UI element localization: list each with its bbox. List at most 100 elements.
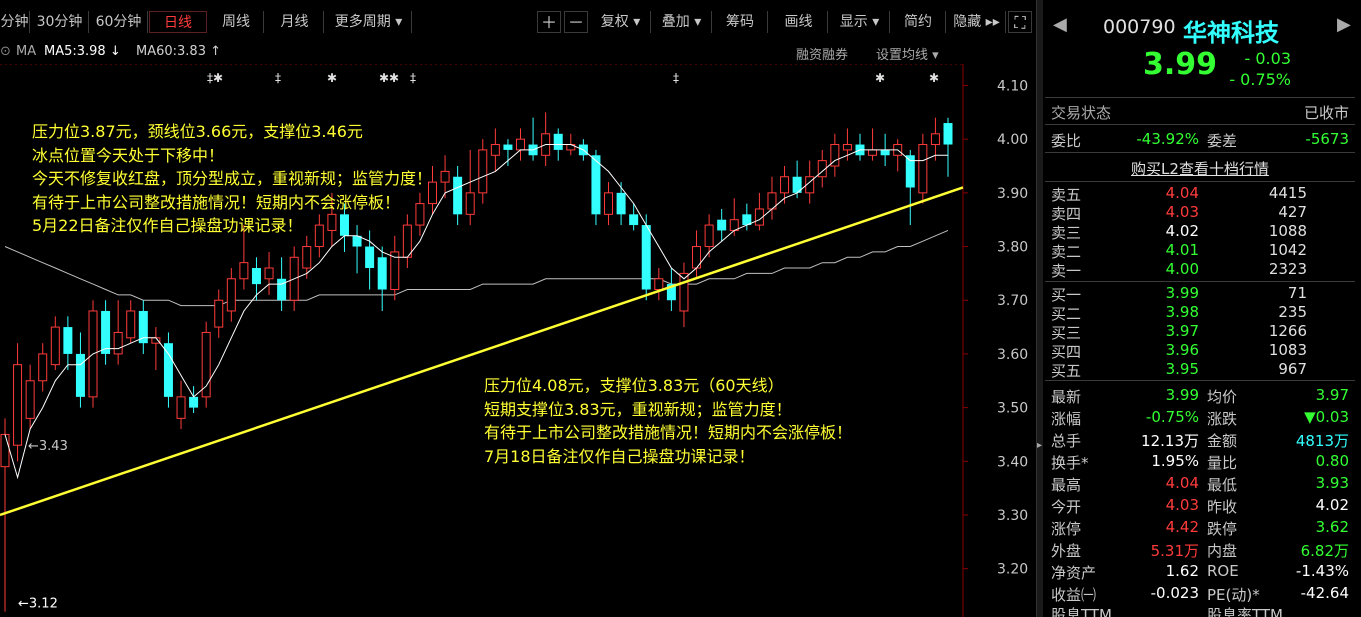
next-stock-icon[interactable]: ▶ (1337, 14, 1351, 35)
level-label: 卖三 (1051, 224, 1082, 242)
stat-row: 换手* 1.95% 量比 0.80 (1045, 452, 1355, 472)
level-label: 卖二 (1051, 243, 1082, 261)
panel-collapse-handle[interactable]: ▸ (1036, 0, 1043, 617)
candle-body (189, 396, 199, 408)
low-annotation: ←3.12 (18, 597, 58, 612)
candle-body (880, 149, 890, 156)
level-price: 3.96 (1165, 341, 1199, 359)
hide-button[interactable]: 隐藏 ▸▸ (948, 11, 1006, 33)
period-more[interactable]: 更多周期 ▾ (326, 11, 412, 33)
ask-level[interactable]: 卖五 4.04 4415 (1045, 184, 1355, 204)
note-bottom: 压力位4.08元，支撑位3.83元（60天线） 短期支撑位3.83元，重视新规；… (484, 374, 852, 468)
fullscreen-icon[interactable]: ⛶ (1008, 11, 1032, 33)
candle-body (63, 327, 73, 354)
level-label: 买二 (1051, 305, 1082, 323)
stat-value: 3.62 (1315, 518, 1349, 536)
level-price: 3.95 (1165, 360, 1199, 378)
stat-label: 内盘 (1207, 542, 1238, 560)
period-day[interactable]: 日线 (149, 11, 207, 33)
ma5-value: MA5:3.98 ↓ (44, 44, 121, 59)
note-bottom-line: 7月18日备注仅作自己操盘功课记录！ (484, 446, 755, 466)
bid-level[interactable]: 买四 3.96 1083 (1045, 341, 1355, 361)
ask-level[interactable]: 卖四 4.03 427 (1045, 203, 1355, 223)
overlay-button[interactable]: 叠加 ▾ (652, 11, 712, 33)
y-tick-label: 4.00 (997, 132, 1028, 148)
draw-button[interactable]: 画线 (770, 11, 828, 33)
price-change: - 0.03 (1244, 49, 1291, 68)
candle-body (277, 278, 287, 301)
period-week[interactable]: 周线 (209, 11, 264, 33)
stat-value: 3.93 (1315, 474, 1349, 492)
stat-label: 外盘 (1051, 542, 1082, 560)
margin-trading-link[interactable]: 融资融券 (796, 44, 848, 63)
ask-level[interactable]: 卖一 4.00 2323 (1045, 260, 1355, 280)
candle-body (591, 155, 601, 215)
y-tick-label: 3.20 (997, 562, 1028, 578)
period-30min[interactable]: 30分钟 (31, 11, 89, 33)
stat-value: 4813万 (1295, 432, 1349, 450)
prev-stock-icon[interactable]: ◀ (1053, 14, 1067, 35)
note-top-line: 冰点位置今天处于下移中！ (32, 145, 225, 165)
candle-body (151, 337, 161, 344)
stat-value: -1.43% (1295, 562, 1349, 580)
l2-purchase-link[interactable]: 购买L2查看十档行情 (1045, 158, 1355, 179)
fuquan-button[interactable]: 复权 ▾ (591, 11, 651, 33)
dividend-row: 股息TTM 股息率TTM (1051, 606, 1284, 617)
separator (1045, 152, 1355, 153)
period-1min[interactable]: 分钟 (0, 11, 30, 33)
stat-label: 总手 (1051, 432, 1082, 450)
zoom-in-icon[interactable]: ＋ (537, 11, 561, 33)
level-label: 卖四 (1051, 205, 1082, 223)
level-label: 买四 (1051, 343, 1082, 361)
stat-label: 昨收 (1207, 498, 1238, 516)
zoom-out-icon[interactable]: － (564, 11, 588, 33)
period-60min[interactable]: 60分钟 (90, 11, 148, 33)
ma-label: MA (16, 44, 37, 59)
bid-level[interactable]: 买二 3.98 235 (1045, 303, 1355, 323)
stat-row: 涨幅 -0.75% 涨跌 ▼0.03 (1045, 408, 1355, 428)
stat-value: 3.97 (1315, 386, 1349, 404)
event-marker: ‡ (673, 71, 679, 85)
candle-body (201, 331, 211, 398)
candle-body (25, 380, 35, 419)
stock-name: 华神科技 (1183, 19, 1279, 47)
level-volume: 2323 (1268, 260, 1307, 278)
bid-level[interactable]: 买三 3.97 1266 (1045, 322, 1355, 342)
stat-value: 12.13万 (1141, 432, 1199, 450)
candle-body (516, 138, 526, 151)
level-label: 买一 (1051, 286, 1082, 304)
stat-label: 今开 (1051, 498, 1082, 516)
weibi-row: 委比 -43.92% 委差 -5673 (1051, 130, 1349, 150)
ma-settings-icon[interactable]: ⊙ (0, 44, 11, 59)
stat-label: 净资产 (1051, 564, 1097, 582)
simple-button[interactable]: 简约 (891, 11, 946, 33)
display-button[interactable]: 显示 ▾ (830, 11, 890, 33)
stat-value: 4.42 (1165, 518, 1199, 536)
note-bottom-line: 压力位4.08元，支撑位3.83元（60天线） (484, 376, 784, 395)
separator (1045, 124, 1355, 125)
stat-row: 收益㈠ -0.023 PE(动)* -42.64 (1045, 584, 1355, 604)
candle-body (176, 396, 186, 419)
set-ma-button[interactable]: 设置均线 ▾ (876, 44, 939, 63)
period-month[interactable]: 月线 (266, 11, 324, 33)
y-tick-label: 4.10 (997, 78, 1028, 94)
bid-level[interactable]: 买五 3.95 967 (1045, 360, 1355, 380)
event-marker: ✱ (875, 71, 885, 85)
level-price: 4.04 (1165, 184, 1199, 202)
bid-level[interactable]: 买一 3.99 71 (1045, 284, 1355, 304)
stat-label: 最低 (1207, 476, 1238, 494)
ask-level[interactable]: 卖三 4.02 1088 (1045, 222, 1355, 242)
candle-body (214, 299, 224, 328)
chips-button[interactable]: 筹码 (713, 11, 768, 33)
candle-body (113, 331, 123, 355)
y-tick-label: 3.30 (997, 508, 1028, 524)
event-marker: ✱ (929, 71, 939, 85)
level-price: 4.00 (1165, 260, 1199, 278)
ask-level[interactable]: 卖二 4.01 1042 (1045, 241, 1355, 261)
candle-body (503, 144, 513, 150)
candle-body (478, 149, 488, 194)
candle-body (38, 353, 48, 382)
collapse-arrow-icon[interactable]: ▸ (1037, 440, 1042, 451)
note-top: 压力位3.87元，颈线位3.66元，支撑位3.46元 冰点位置今天处于下移中！ … (32, 120, 432, 238)
level-label: 买三 (1051, 324, 1082, 342)
